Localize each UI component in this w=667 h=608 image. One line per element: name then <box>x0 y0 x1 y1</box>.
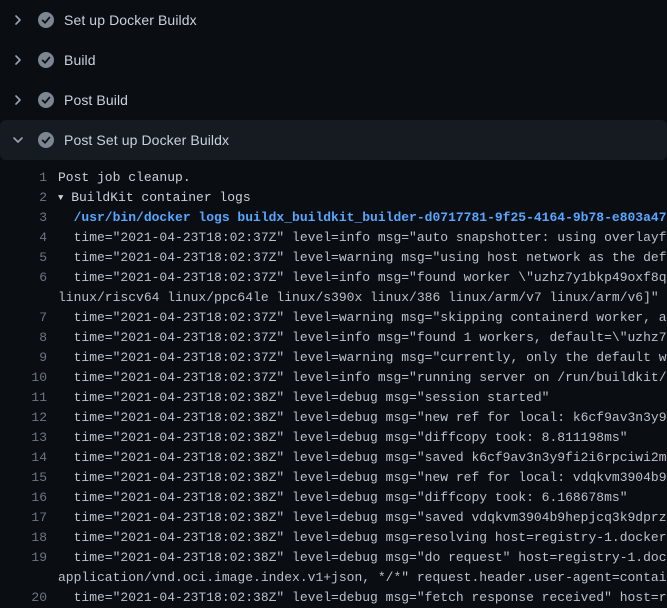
log-line-text: time="2021-04-23T18:02:38Z" level=debug … <box>58 408 667 428</box>
log-line-text: time="2021-04-23T18:02:38Z" level=debug … <box>58 468 667 488</box>
log-row: 11 time="2021-04-23T18:02:38Z" level=deb… <box>0 388 667 408</box>
log-row: 3 /usr/bin/docker logs buildx_buildkit_b… <box>0 208 667 228</box>
log-line-number[interactable]: 12 <box>0 408 47 428</box>
step-header[interactable]: Build <box>0 40 667 80</box>
log-line-number[interactable]: 11 <box>0 388 47 408</box>
log-line-text: time="2021-04-23T18:02:38Z" level=debug … <box>58 428 628 448</box>
log-line-number <box>0 568 47 588</box>
log-area: 1 Post job cleanup. 2 ▼ BuildKit contain… <box>0 160 667 608</box>
check-circle-icon <box>38 132 54 148</box>
log-row: 15 time="2021-04-23T18:02:38Z" level=deb… <box>0 468 667 488</box>
log-line-text: time="2021-04-23T18:02:37Z" level=info m… <box>58 228 667 248</box>
log-line-text: linux/riscv64 linux/ppc64le linux/s390x … <box>58 288 659 308</box>
log-row: 14 time="2021-04-23T18:02:38Z" level=deb… <box>0 448 667 468</box>
log-line-text: time="2021-04-23T18:02:38Z" level=debug … <box>58 508 667 528</box>
step-header[interactable]: Post Set up Docker Buildx <box>0 120 667 160</box>
log-line-number[interactable]: 18 <box>0 528 47 548</box>
log-row: 8 time="2021-04-23T18:02:37Z" level=info… <box>0 328 667 348</box>
log-row: 17 time="2021-04-23T18:02:38Z" level=deb… <box>0 508 667 528</box>
step-header[interactable]: Set up Docker Buildx <box>0 0 667 40</box>
log-line-number[interactable]: 5 <box>0 248 47 268</box>
log-row: linux/riscv64 linux/ppc64le linux/s390x … <box>0 288 667 308</box>
log-row: 20 time="2021-04-23T18:02:38Z" level=deb… <box>0 588 667 608</box>
log-row: 4 time="2021-04-23T18:02:37Z" level=info… <box>0 228 667 248</box>
log-line-number[interactable]: 17 <box>0 508 47 528</box>
check-circle-icon <box>38 12 54 28</box>
log-line-number[interactable]: 9 <box>0 348 47 368</box>
check-circle-icon <box>38 52 54 68</box>
chevron-right-icon <box>10 12 26 28</box>
log-line-text: time="2021-04-23T18:02:37Z" level=warnin… <box>58 348 667 368</box>
log-line-number[interactable]: 20 <box>0 588 47 608</box>
log-row: 13 time="2021-04-23T18:02:38Z" level=deb… <box>0 428 667 448</box>
log-row: 12 time="2021-04-23T18:02:38Z" level=deb… <box>0 408 667 428</box>
log-line-text: Post job cleanup. <box>58 168 191 188</box>
step-label: Post Build <box>64 92 128 108</box>
log-line-text[interactable]: ▼ BuildKit container logs <box>58 188 251 208</box>
log-line-text: time="2021-04-23T18:02:38Z" level=debug … <box>58 388 549 408</box>
log-line-text: time="2021-04-23T18:02:37Z" level=warnin… <box>58 308 667 328</box>
log-row: 1 Post job cleanup. <box>0 168 667 188</box>
log-line-number[interactable]: 1 <box>0 168 47 188</box>
step-label: Post Set up Docker Buildx <box>64 132 229 148</box>
log-line-number[interactable]: 8 <box>0 328 47 348</box>
step-label: Set up Docker Buildx <box>64 12 197 28</box>
log-line-number[interactable]: 15 <box>0 468 47 488</box>
log-row: 7 time="2021-04-23T18:02:37Z" level=warn… <box>0 308 667 328</box>
chevron-down-icon <box>10 132 26 148</box>
log-row: 10 time="2021-04-23T18:02:37Z" level=inf… <box>0 368 667 388</box>
log-line-number[interactable]: 10 <box>0 368 47 388</box>
log-row: 16 time="2021-04-23T18:02:38Z" level=deb… <box>0 488 667 508</box>
step-list: Set up Docker Buildx Build Post Build <box>0 0 667 160</box>
log-line-number[interactable]: 14 <box>0 448 47 468</box>
chevron-right-icon <box>10 92 26 108</box>
check-circle-icon <box>38 92 54 108</box>
log-row: 9 time="2021-04-23T18:02:37Z" level=warn… <box>0 348 667 368</box>
log-line-number[interactable]: 19 <box>0 548 47 568</box>
log-line-number[interactable]: 3 <box>0 208 47 228</box>
log-line-number[interactable]: 13 <box>0 428 47 448</box>
log-line-number[interactable]: 16 <box>0 488 47 508</box>
log-line-number[interactable]: 4 <box>0 228 47 248</box>
log-row: 2 ▼ BuildKit container logs <box>0 188 667 208</box>
log-line-text: time="2021-04-23T18:02:38Z" level=debug … <box>58 488 628 508</box>
log-line-text: time="2021-04-23T18:02:37Z" level=warnin… <box>58 248 667 268</box>
step-header[interactable]: Post Build <box>0 80 667 120</box>
log-line-text: time="2021-04-23T18:02:38Z" level=debug … <box>58 448 667 468</box>
log-line-text: application/vnd.oci.image.index.v1+json,… <box>58 568 667 588</box>
log-line-text: time="2021-04-23T18:02:37Z" level=info m… <box>58 368 667 388</box>
step-label: Build <box>64 52 96 68</box>
log-row: application/vnd.oci.image.index.v1+json,… <box>0 568 667 588</box>
log-group-toggle-icon[interactable]: ▼ <box>58 193 63 203</box>
log-line-text: time="2021-04-23T18:02:38Z" level=debug … <box>58 528 667 548</box>
log-row: 19 time="2021-04-23T18:02:38Z" level=deb… <box>0 548 667 568</box>
log-row: 6 time="2021-04-23T18:02:37Z" level=info… <box>0 268 667 288</box>
chevron-right-icon <box>10 52 26 68</box>
log-line-number[interactable]: 6 <box>0 268 47 288</box>
log-line-text: time="2021-04-23T18:02:38Z" level=debug … <box>58 548 667 568</box>
log-line-text: time="2021-04-23T18:02:37Z" level=info m… <box>58 328 667 348</box>
log-line-text: /usr/bin/docker logs buildx_buildkit_bui… <box>58 208 667 228</box>
log-line-text: time="2021-04-23T18:02:38Z" level=debug … <box>58 588 667 608</box>
log-row: 18 time="2021-04-23T18:02:38Z" level=deb… <box>0 528 667 548</box>
log-line-text: time="2021-04-23T18:02:37Z" level=info m… <box>58 268 667 288</box>
log-line-number <box>0 288 47 308</box>
log-line-number[interactable]: 7 <box>0 308 47 328</box>
log-row: 5 time="2021-04-23T18:02:37Z" level=warn… <box>0 248 667 268</box>
log-line-number[interactable]: 2 <box>0 188 47 208</box>
